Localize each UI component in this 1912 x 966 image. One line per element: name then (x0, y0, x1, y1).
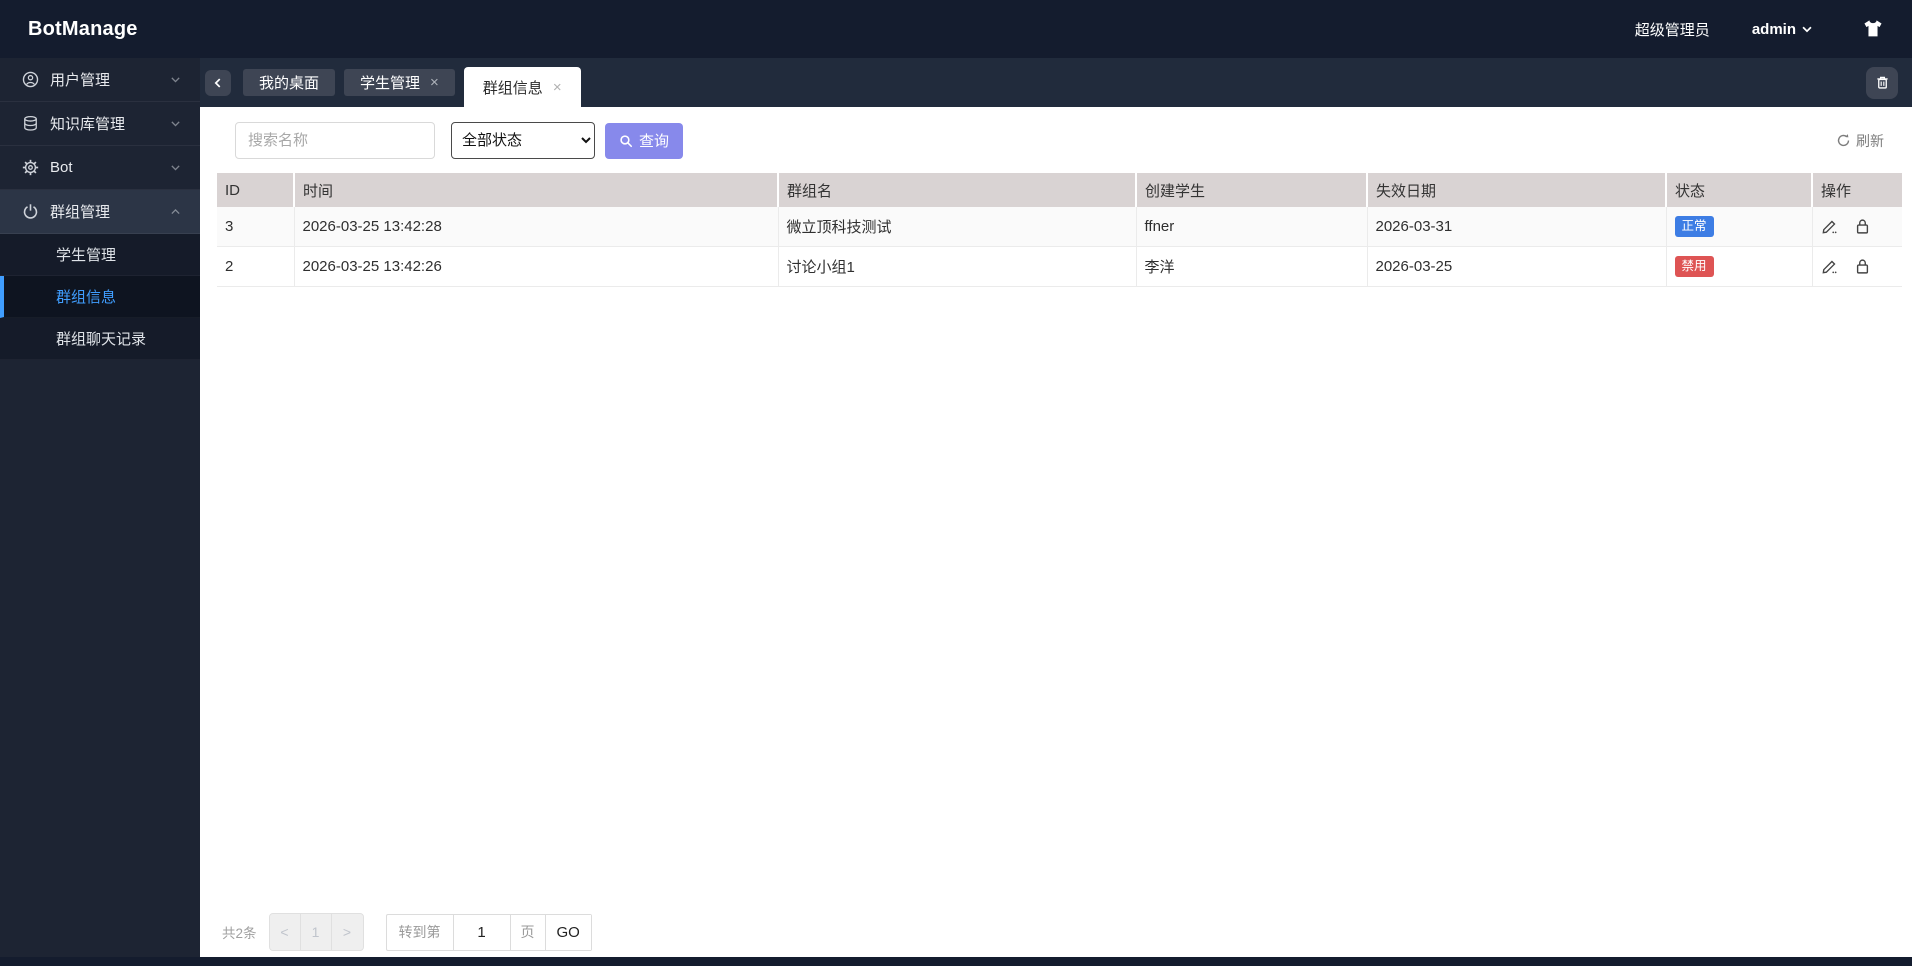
status-filter-select[interactable]: 全部状态 (451, 122, 595, 159)
cell-time: 2026-03-25 13:42:26 (294, 246, 779, 287)
column-header-expire-date: 失效日期 (1367, 173, 1667, 207)
lock-icon[interactable] (1854, 218, 1871, 235)
cell-id: 2 (217, 246, 295, 287)
group-table-wrap: ID 时间 群组名 创建学生 失效日期 状态 操作 3 2026-03-25 1 (217, 173, 1902, 287)
cell-expire-date: 2026-03-25 (1367, 246, 1667, 287)
sidebar-item-group-management[interactable]: 群组管理 (0, 190, 200, 234)
user-circle-icon (22, 71, 39, 88)
column-header-time: 时间 (294, 173, 779, 207)
tab-label: 群组信息 (482, 79, 543, 97)
sidebar-item-label: 群组管理 (50, 204, 111, 221)
sidebar-item-label: 用户管理 (50, 72, 111, 89)
table-row: 2 2026-03-25 13:42:26 讨论小组1 李洋 2026-03-2… (217, 246, 1902, 287)
database-icon (22, 115, 39, 132)
next-page-button[interactable]: > (331, 914, 363, 950)
close-icon[interactable]: × (430, 75, 439, 90)
column-header-group-name: 群组名 (778, 173, 1137, 207)
filter-toolbar: 全部状态 查询 (235, 122, 1884, 159)
sidebar-subitem-label: 群组信息 (56, 289, 117, 306)
main-area: 我的桌面 学生管理 × 群组信息 × 搜索名称 全部状态 查询 刷新 ID 时间… (200, 58, 1912, 957)
table-header-row: ID 时间 群组名 创建学生 失效日期 状态 操作 (217, 173, 1902, 207)
sidebar-item-user-management[interactable]: 用户管理 (0, 58, 200, 102)
prev-page-button[interactable]: < (269, 914, 301, 950)
power-icon (22, 203, 39, 220)
pager-group: < 1 > (268, 913, 364, 951)
tab-label: 我的桌面 (259, 75, 320, 92)
topbar: BotManage 超级管理员 admin (0, 0, 1912, 58)
user-role-label: 超级管理员 (1634, 21, 1710, 39)
query-button[interactable]: 查询 (605, 122, 684, 159)
current-page-button[interactable]: 1 (300, 914, 332, 950)
goto-prefix-label: 转到第 (398, 924, 441, 940)
search-icon (619, 134, 633, 148)
tab-my-desktop[interactable]: 我的桌面 (243, 69, 336, 96)
sidebar-item-label: 知识库管理 (50, 116, 126, 133)
query-button-label: 查询 (639, 133, 670, 150)
lock-icon[interactable] (1854, 258, 1871, 275)
bottom-edge-strip (0, 957, 1912, 966)
gear-icon (22, 159, 39, 176)
chevron-up-icon (169, 205, 182, 218)
username-label: admin (1751, 20, 1796, 38)
refresh-icon (1836, 133, 1851, 148)
status-badge: 正常 (1674, 216, 1714, 237)
sidebar-item-label: Bot (50, 159, 73, 176)
sidebar-subitem-label: 学生管理 (56, 247, 117, 264)
edit-icon[interactable] (1821, 258, 1838, 275)
total-count-label: 共2条 (222, 926, 257, 941)
sidebar-subitem-student-management[interactable]: 学生管理 (0, 234, 200, 276)
column-header-status: 状态 (1666, 173, 1813, 207)
tab-label: 学生管理 (360, 75, 421, 92)
tab-bar: 我的桌面 学生管理 × 群组信息 × (200, 58, 1912, 107)
cell-group-name: 讨论小组1 (778, 246, 1137, 287)
sidebar: 用户管理 知识库管理 Bot 群组管理 学生管理 群组信息 群组聊天记录 (0, 58, 200, 957)
goto-suffix-label: 页 (511, 914, 546, 950)
row-actions (1821, 247, 1895, 286)
tab-group-info[interactable]: 群组信息 × (463, 67, 581, 107)
cell-creator: 李洋 (1136, 246, 1368, 287)
edit-icon[interactable] (1821, 218, 1838, 235)
status-badge: 禁用 (1674, 256, 1714, 277)
goto-page-input[interactable] (452, 914, 511, 950)
sidebar-subitem-label: 群组聊天记录 (56, 331, 147, 348)
pagination: 共2条 < 1 > 转到第 页 GO (200, 913, 1912, 951)
table-row: 3 2026-03-25 13:42:28 微立顶科技测试 ffner 2026… (217, 207, 1902, 247)
sidebar-item-bot[interactable]: Bot (0, 146, 200, 190)
cell-expire-date: 2026-03-31 (1367, 207, 1667, 247)
sidebar-submenu: 学生管理 群组信息 群组聊天记录 (0, 234, 200, 360)
column-header-creator: 创建学生 (1136, 173, 1368, 207)
cell-creator: ffner (1136, 207, 1368, 247)
group-table: ID 时间 群组名 创建学生 失效日期 状态 操作 3 2026-03-25 1 (217, 173, 1902, 287)
refresh-label: 刷新 (1856, 132, 1884, 149)
search-name-input[interactable] (235, 122, 435, 159)
tshirt-icon[interactable] (1862, 19, 1884, 39)
close-icon[interactable]: × (553, 80, 562, 95)
app-brand: BotManage (28, 17, 138, 40)
app-shell: 用户管理 知识库管理 Bot 群组管理 学生管理 群组信息 群组聊天记录 我的桌… (0, 58, 1912, 957)
row-actions (1821, 207, 1895, 246)
chevron-down-icon (169, 117, 182, 130)
cell-group-name: 微立顶科技测试 (778, 207, 1137, 247)
tab-student-management[interactable]: 学生管理 × (344, 69, 455, 96)
refresh-link[interactable]: 刷新 (1836, 131, 1884, 151)
user-menu[interactable]: admin (1752, 21, 1814, 38)
page-content: 全部状态 查询 (200, 107, 1912, 957)
chevron-down-icon (169, 73, 182, 86)
sidebar-item-knowledge-base[interactable]: 知识库管理 (0, 102, 200, 146)
chevron-down-icon (169, 161, 182, 174)
column-header-id: ID (217, 173, 295, 207)
chevron-down-icon (1800, 22, 1814, 36)
column-header-actions: 操作 (1812, 173, 1902, 207)
tabs-back-button[interactable] (205, 69, 231, 96)
table-header: ID 时间 群组名 创建学生 失效日期 状态 操作 (217, 173, 1902, 207)
close-all-tabs-button[interactable] (1866, 66, 1898, 99)
sidebar-subitem-group-chat-log[interactable]: 群组聊天记录 (0, 318, 200, 360)
cell-id: 3 (217, 207, 295, 247)
trash-icon (1875, 75, 1890, 90)
sidebar-subitem-group-info[interactable]: 群组信息 (0, 276, 200, 318)
goto-page-group: 转到第 页 GO (385, 913, 592, 951)
cell-time: 2026-03-25 13:42:28 (294, 207, 779, 247)
topbar-right: 超级管理员 admin (1635, 19, 1884, 40)
go-button[interactable]: GO (545, 914, 591, 950)
